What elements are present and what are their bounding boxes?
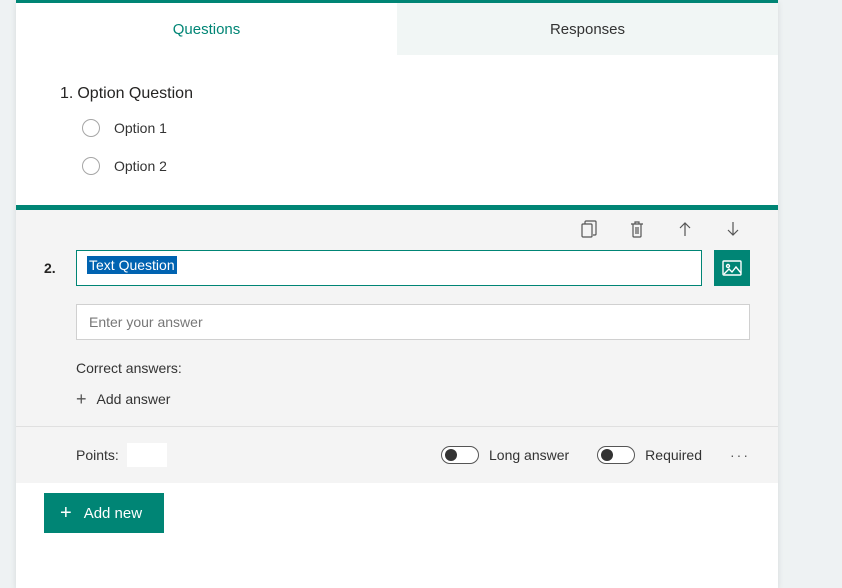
question-2-card: 2. Text Question Enter your answer Corre… <box>16 205 778 483</box>
answer-input[interactable]: Enter your answer <box>76 304 750 340</box>
long-answer-toggle-group: Long answer <box>441 446 569 464</box>
question-toolbar <box>16 210 778 246</box>
radio-icon <box>82 119 100 137</box>
question-1-text: Option Question <box>77 85 193 102</box>
option-row-2[interactable]: Option 2 <box>82 157 750 175</box>
points-group: Points: <box>76 443 167 467</box>
more-options-icon[interactable]: ··· <box>730 447 750 463</box>
question-1-number: 1. <box>60 85 73 102</box>
insert-media-button[interactable] <box>714 250 750 286</box>
tab-questions[interactable]: Questions <box>16 3 397 55</box>
question-footer: Points: Long answer Required ··· <box>16 426 778 483</box>
question-title-text: Text Question <box>87 256 177 274</box>
move-up-icon[interactable] <box>676 220 694 238</box>
tab-responses[interactable]: Responses <box>397 3 778 55</box>
question-2-number: 2. <box>44 260 64 276</box>
option-label: Option 2 <box>114 158 167 174</box>
question-1[interactable]: 1.Option Question Option 1 Option 2 <box>44 85 750 175</box>
required-toggle-group: Required <box>597 446 702 464</box>
answer-placeholder: Enter your answer <box>89 314 203 330</box>
long-answer-label: Long answer <box>489 447 569 463</box>
add-answer-button[interactable]: + Add answer <box>76 390 750 426</box>
add-new-label: Add new <box>84 505 142 522</box>
radio-icon <box>82 157 100 175</box>
points-input[interactable] <box>127 443 167 467</box>
option-row-1[interactable]: Option 1 <box>82 119 750 137</box>
tabs-bar: Questions Responses <box>16 3 778 55</box>
long-answer-toggle[interactable] <box>441 446 479 464</box>
option-label: Option 1 <box>114 120 167 136</box>
required-label: Required <box>645 447 702 463</box>
copy-icon[interactable] <box>580 220 598 238</box>
question-1-title: 1.Option Question <box>60 85 750 103</box>
plus-icon: + <box>76 390 87 408</box>
question-title-input[interactable]: Text Question <box>76 250 702 286</box>
points-label: Points: <box>76 447 119 463</box>
question-title-row: 2. Text Question <box>16 250 778 286</box>
form-editor: Questions Responses 1.Option Question Op… <box>16 0 778 588</box>
trash-icon[interactable] <box>628 220 646 238</box>
plus-icon: + <box>60 503 72 523</box>
move-down-icon[interactable] <box>724 220 742 238</box>
required-toggle[interactable] <box>597 446 635 464</box>
add-new-button[interactable]: + Add new <box>44 493 164 533</box>
form-body: 1.Option Question Option 1 Option 2 <box>16 55 778 553</box>
correct-answers-label: Correct answers: <box>76 360 750 376</box>
image-icon <box>722 260 742 276</box>
add-answer-label: Add answer <box>97 391 171 407</box>
